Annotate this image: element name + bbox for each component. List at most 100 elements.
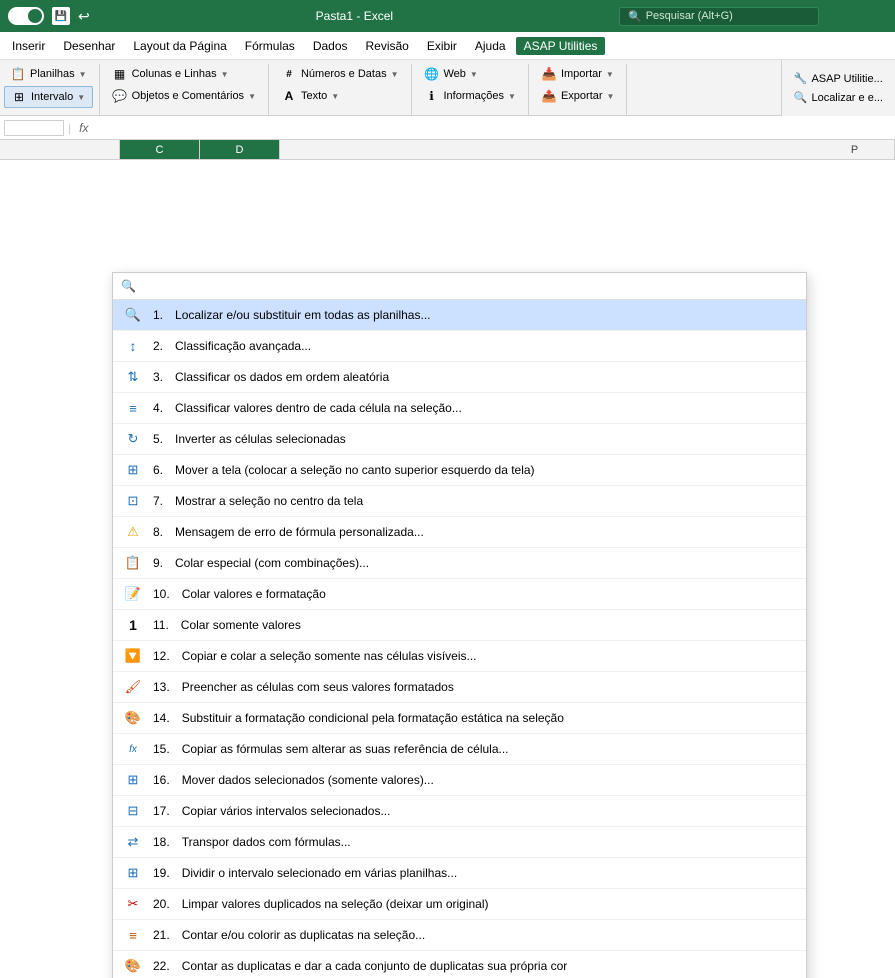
col-header-p[interactable]: P bbox=[815, 140, 895, 159]
dropdown-item-1[interactable]: 🔍 1. Localizar e/ou substituir em todas … bbox=[113, 300, 806, 331]
menu-item-asap[interactable]: ASAP Utilities bbox=[516, 37, 606, 55]
item-12-icon: 🔽 bbox=[123, 646, 143, 666]
ribbon-btn-importar[interactable]: 📥 Importar ▼ bbox=[535, 64, 621, 84]
dropdown-item-16[interactable]: ⊞ 16. Mover dados selecionados (somente … bbox=[113, 765, 806, 796]
objetos-arrow: ▼ bbox=[248, 92, 256, 101]
item-22-num: 22. bbox=[153, 959, 170, 973]
item-2-icon: ↕ bbox=[123, 336, 143, 356]
ribbon-btn-asap[interactable]: 🔧 ASAP Utilitie... bbox=[788, 70, 889, 87]
dropdown-item-18[interactable]: ⇄ 18. Transpor dados com fórmulas... bbox=[113, 827, 806, 858]
item-15-icon: fx bbox=[123, 739, 143, 759]
ribbon-btn-exportar[interactable]: 📤 Exportar ▼ bbox=[535, 86, 621, 106]
ribbon-btn-objetos[interactable]: 💬 Objetos e Comentários ▼ bbox=[106, 86, 262, 106]
ribbon-group-numeros: # Números e Datas ▼ A Texto ▼ bbox=[275, 64, 412, 115]
dropdown-item-4[interactable]: ≡ 4. Classificar valores dentro de cada … bbox=[113, 393, 806, 424]
dropdown-item-5[interactable]: ↻ 5. Inverter as células selecionadas bbox=[113, 424, 806, 455]
menu-item-exibir[interactable]: Exibir bbox=[419, 37, 465, 55]
informacoes-icon: ℹ bbox=[424, 88, 440, 104]
item-7-label: Mostrar a seleção no centro da tela bbox=[175, 494, 363, 508]
menu-item-formulas[interactable]: Fórmulas bbox=[237, 37, 303, 55]
item-6-icon: ⊞ bbox=[123, 460, 143, 480]
col-header-d[interactable]: D bbox=[200, 140, 280, 159]
item-8-label: Mensagem de erro de fórmula personalizad… bbox=[175, 525, 424, 539]
col-header-c[interactable]: C bbox=[120, 140, 200, 159]
item-1-icon: 🔍 bbox=[123, 305, 143, 325]
ribbon-btn-localizar[interactable]: 🔍 Localizar e e... bbox=[788, 89, 889, 106]
item-10-num: 10. bbox=[153, 587, 170, 601]
menu-item-layout[interactable]: Layout da Página bbox=[125, 37, 234, 55]
menu-bar: Inserir Desenhar Layout da Página Fórmul… bbox=[0, 32, 895, 60]
numeros-arrow: ▼ bbox=[391, 70, 399, 79]
menu-item-inserir[interactable]: Inserir bbox=[4, 37, 53, 55]
item-10-icon: 📝 bbox=[123, 584, 143, 604]
texto-arrow: ▼ bbox=[331, 92, 339, 101]
item-13-num: 13. bbox=[153, 680, 170, 694]
item-3-num: 3. bbox=[153, 370, 163, 384]
item-8-num: 8. bbox=[153, 525, 163, 539]
item-22-icon: 🎨 bbox=[123, 956, 143, 976]
item-19-label: Dividir o intervalo selecionado em vária… bbox=[182, 866, 457, 880]
fx-label: fx bbox=[75, 121, 92, 135]
search-box[interactable]: 🔍 Pesquisar (Alt+G) bbox=[619, 7, 819, 26]
intervalo-dropdown: 🔍 🔍 1. Localizar e/ou substituir em toda… bbox=[112, 272, 807, 978]
item-12-num: 12. bbox=[153, 649, 170, 663]
item-12-label: Copiar e colar a seleção somente nas cél… bbox=[182, 649, 477, 663]
ribbon-btn-informacoes[interactable]: ℹ Informações ▼ bbox=[418, 86, 522, 106]
dropdown-item-7[interactable]: ⊡ 7. Mostrar a seleção no centro da tela bbox=[113, 486, 806, 517]
save-icon[interactable]: 💾 bbox=[52, 7, 70, 25]
dropdown-item-2[interactable]: ↕ 2. Classificação avançada... bbox=[113, 331, 806, 362]
asap-icon: 🔧 bbox=[794, 72, 808, 85]
ribbon-btn-texto[interactable]: A Texto ▼ bbox=[275, 86, 405, 106]
dropdown-search-input[interactable] bbox=[142, 279, 798, 293]
item-6-num: 6. bbox=[153, 463, 163, 477]
dropdown-item-6[interactable]: ⊞ 6. Mover a tela (colocar a seleção no … bbox=[113, 455, 806, 486]
item-18-icon: ⇄ bbox=[123, 832, 143, 852]
menu-item-ajuda[interactable]: Ajuda bbox=[467, 37, 514, 55]
dropdown-item-8[interactable]: ⚠ 8. Mensagem de erro de fórmula persona… bbox=[113, 517, 806, 548]
formula-input[interactable] bbox=[96, 122, 891, 134]
ribbon-group-web: 🌐 Web ▼ ℹ Informações ▼ bbox=[418, 64, 529, 115]
dropdown-item-9[interactable]: 📋 9. Colar especial (com combinações)... bbox=[113, 548, 806, 579]
undo-icon[interactable]: ↩ bbox=[78, 8, 90, 25]
formula-bar: | fx bbox=[0, 116, 895, 140]
ribbon-btn-numeros[interactable]: # Números e Datas ▼ bbox=[275, 64, 405, 84]
item-11-icon: 1 bbox=[123, 615, 143, 635]
dropdown-item-19[interactable]: ⊞ 19. Dividir o intervalo selecionado em… bbox=[113, 858, 806, 889]
item-9-icon: 📋 bbox=[123, 553, 143, 573]
web-icon: 🌐 bbox=[424, 66, 440, 82]
dropdown-item-14[interactable]: 🎨 14. Substituir a formatação condiciona… bbox=[113, 703, 806, 734]
item-14-icon: 🎨 bbox=[123, 708, 143, 728]
menu-item-revisao[interactable]: Revisão bbox=[358, 37, 417, 55]
auto-save-toggle[interactable] bbox=[8, 7, 44, 25]
dropdown-item-17[interactable]: ⊟ 17. Copiar vários intervalos seleciona… bbox=[113, 796, 806, 827]
ribbon-btn-web[interactable]: 🌐 Web ▼ bbox=[418, 64, 522, 84]
planilhas-icon: 📋 bbox=[10, 66, 26, 82]
dropdown-item-20[interactable]: ✂ 20. Limpar valores duplicados na seleç… bbox=[113, 889, 806, 920]
item-21-icon: ≡ bbox=[123, 925, 143, 945]
item-17-label: Copiar vários intervalos selecionados... bbox=[182, 804, 391, 818]
menu-item-desenhar[interactable]: Desenhar bbox=[55, 37, 123, 55]
importar-arrow: ▼ bbox=[606, 70, 614, 79]
dropdown-item-15[interactable]: fx 15. Copiar as fórmulas sem alterar as… bbox=[113, 734, 806, 765]
toggle-knob bbox=[28, 9, 42, 23]
dropdown-item-21[interactable]: ≡ 21. Contar e/ou colorir as duplicatas … bbox=[113, 920, 806, 951]
dropdown-item-13[interactable]: 🖌 13. Preencher as células com seus valo… bbox=[113, 672, 806, 703]
dropdown-item-22[interactable]: 🎨 22. Contar as duplicatas e dar a cada … bbox=[113, 951, 806, 978]
ribbon-btn-intervalo[interactable]: ⊞ Intervalo ▼ bbox=[4, 86, 93, 108]
item-1-text: 1. bbox=[153, 308, 163, 322]
intervalo-icon: ⊞ bbox=[11, 89, 27, 105]
dropdown-item-12[interactable]: 🔽 12. Copiar e colar a seleção somente n… bbox=[113, 641, 806, 672]
title-text: Pasta1 - Excel bbox=[98, 9, 611, 23]
dropdown-item-3[interactable]: ⇅ 3. Classificar os dados em ordem aleat… bbox=[113, 362, 806, 393]
ribbon-btn-colunas[interactable]: ▦ Colunas e Linhas ▼ bbox=[106, 64, 262, 84]
ribbon-btn-planilhas[interactable]: 📋 Planilhas ▼ bbox=[4, 64, 93, 84]
numeros-icon: # bbox=[281, 66, 297, 82]
item-4-icon: ≡ bbox=[123, 398, 143, 418]
ribbon-group-importar: 📥 Importar ▼ 📤 Exportar ▼ bbox=[535, 64, 628, 115]
item-7-num: 7. bbox=[153, 494, 163, 508]
menu-item-dados[interactable]: Dados bbox=[305, 37, 356, 55]
cell-reference[interactable] bbox=[4, 120, 64, 136]
dropdown-item-11[interactable]: 1 11. Colar somente valores bbox=[113, 610, 806, 641]
item-5-icon: ↻ bbox=[123, 429, 143, 449]
dropdown-item-10[interactable]: 📝 10. Colar valores e formatação bbox=[113, 579, 806, 610]
